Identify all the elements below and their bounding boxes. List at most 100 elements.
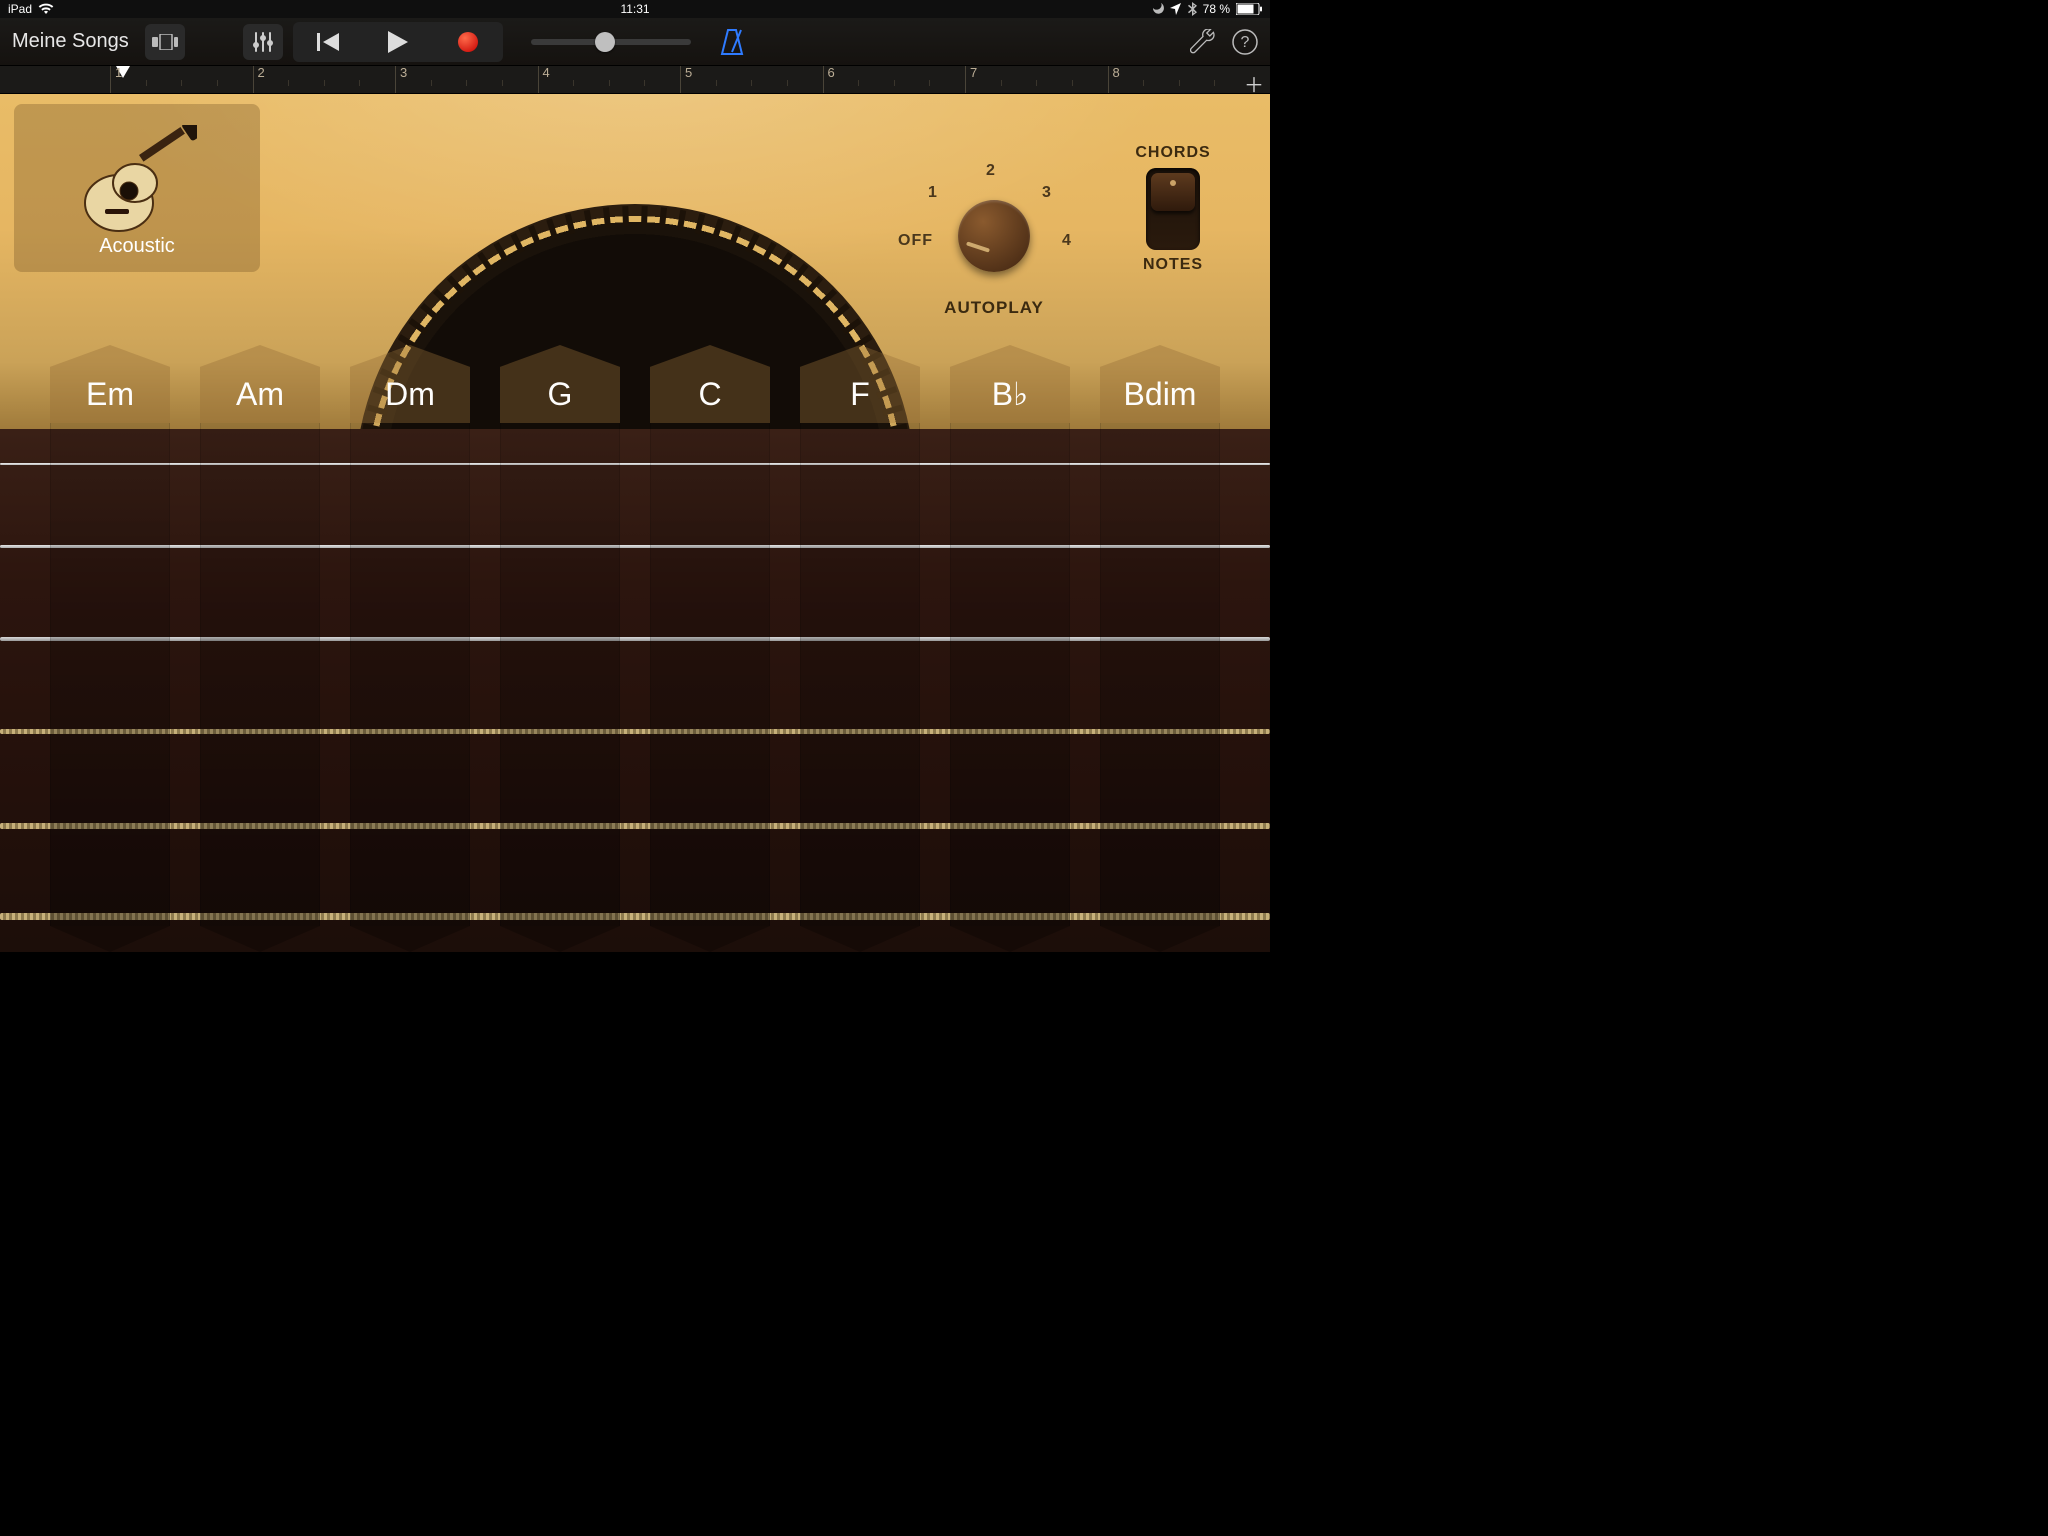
chord-strip-f[interactable]: F: [800, 345, 920, 952]
chord-strum-area[interactable]: [500, 423, 620, 926]
ruler-tick: [1179, 80, 1180, 86]
help-button[interactable]: ?: [1232, 29, 1258, 55]
chord-label: G: [500, 345, 620, 423]
status-time: 11:31: [620, 2, 649, 16]
svg-text:?: ?: [1241, 34, 1250, 51]
chord-foot-icon: [950, 926, 1070, 952]
volume-thumb-icon: [595, 32, 615, 52]
ruler-tick: [716, 80, 717, 86]
ruler-tick: [1036, 80, 1037, 86]
chord-strum-area[interactable]: [800, 423, 920, 926]
ruler-bar: 6: [823, 66, 835, 93]
bluetooth-icon: [1188, 2, 1197, 16]
ruler-tick: [787, 80, 788, 86]
chord-foot-icon: [50, 926, 170, 952]
ruler-tick: [502, 80, 503, 86]
chord-strip-g[interactable]: G: [500, 345, 620, 952]
chord-label: Am: [200, 345, 320, 423]
ruler-tick: [431, 80, 432, 86]
record-button[interactable]: [433, 22, 503, 62]
instrument-name-label: Acoustic: [99, 235, 175, 258]
timeline-ruler[interactable]: ＋ 12345678: [0, 66, 1270, 94]
chord-strip-c[interactable]: C: [650, 345, 770, 952]
ruler-tick: [1001, 80, 1002, 86]
battery-percent: 78 %: [1203, 2, 1230, 16]
chord-strip-bdim[interactable]: Bdim: [1100, 345, 1220, 952]
ruler-tick: [894, 80, 895, 86]
ruler-bar: 2: [253, 66, 265, 93]
ruler-tick: [466, 80, 467, 86]
ruler-tick: [217, 80, 218, 86]
ruler-tick: [181, 80, 182, 86]
ruler-tick: [609, 80, 610, 86]
metronome-button[interactable]: [719, 28, 745, 56]
ruler-bar: 4: [538, 66, 550, 93]
ruler-bar: 3: [395, 66, 407, 93]
chords-mode-label: CHORDS: [1118, 144, 1228, 162]
chord-strum-area[interactable]: [650, 423, 770, 926]
instrument-selector-button[interactable]: Acoustic: [14, 104, 260, 272]
ruler-tick: [644, 80, 645, 86]
autoplay-knob[interactable]: [958, 200, 1030, 272]
status-bar: iPad 11:31 78 %: [0, 0, 1270, 18]
autoplay-2-label: 2: [986, 162, 996, 180]
chord-foot-icon: [500, 926, 620, 952]
master-volume-slider[interactable]: [531, 39, 691, 45]
ruler-bar: 7: [965, 66, 977, 93]
device-name: iPad: [8, 2, 32, 16]
chord-strum-area[interactable]: [50, 423, 170, 926]
chord-strip-am[interactable]: Am: [200, 345, 320, 952]
ruler-tick: [573, 80, 574, 86]
chord-strip-dm[interactable]: Dm: [350, 345, 470, 952]
chord-strip-bflat[interactable]: B♭: [950, 345, 1070, 952]
ruler-tick: [146, 80, 147, 86]
chord-strum-area[interactable]: [350, 423, 470, 926]
my-songs-button[interactable]: Meine Songs: [12, 30, 129, 53]
autoplay-title-label: AUTOPLAY: [904, 298, 1084, 318]
settings-wrench-button[interactable]: [1190, 29, 1216, 55]
chord-label: B♭: [950, 345, 1070, 423]
chord-foot-icon: [350, 926, 470, 952]
record-icon: [458, 32, 478, 52]
location-icon: [1170, 3, 1182, 15]
do-not-disturb-icon: [1152, 3, 1164, 15]
chord-strum-area[interactable]: [1100, 423, 1220, 926]
ruler-tick: [929, 80, 930, 86]
notes-mode-label: NOTES: [1118, 256, 1228, 274]
chord-label: F: [800, 345, 920, 423]
ruler-tick: [858, 80, 859, 86]
autoplay-off-label: OFF: [898, 232, 933, 250]
track-settings-button[interactable]: [243, 24, 283, 60]
autoplay-1-label: 1: [928, 184, 938, 202]
chord-strum-area[interactable]: [950, 423, 1070, 926]
ruler-tick: [288, 80, 289, 86]
chord-foot-icon: [800, 926, 920, 952]
chords-notes-toggle[interactable]: [1146, 168, 1200, 250]
chord-label: Em: [50, 345, 170, 423]
chord-strip-em[interactable]: Em: [50, 345, 170, 952]
chord-foot-icon: [650, 926, 770, 952]
ruler-tick: [324, 80, 325, 86]
transport-controls: [293, 22, 503, 62]
ruler-tick: [1072, 80, 1073, 86]
view-tracks-button[interactable]: [145, 24, 185, 60]
chord-foot-icon: [200, 926, 320, 952]
ruler-bar: 1: [110, 66, 122, 93]
instrument-body: Acoustic OFF 1 2 3 4 AUTOPLAY CHORDS NOT…: [0, 94, 1270, 429]
ruler-tick: [359, 80, 360, 86]
autoplay-4-label: 4: [1062, 232, 1072, 250]
ruler-tick: [1214, 80, 1215, 86]
autoplay-3-label: 3: [1042, 184, 1052, 202]
chord-strum-area[interactable]: [200, 423, 320, 926]
go-to-start-button[interactable]: [293, 22, 363, 62]
battery-icon: [1236, 3, 1262, 15]
mode-switch: CHORDS NOTES: [1118, 144, 1228, 274]
chord-foot-icon: [1100, 926, 1220, 952]
wifi-icon: [38, 3, 54, 15]
chord-label: Bdim: [1100, 345, 1220, 423]
autoplay-control: OFF 1 2 3 4 AUTOPLAY: [904, 144, 1084, 314]
acoustic-guitar-icon: [77, 125, 197, 235]
chord-label: C: [650, 345, 770, 423]
ruler-bar: 8: [1108, 66, 1120, 93]
play-button[interactable]: [363, 22, 433, 62]
